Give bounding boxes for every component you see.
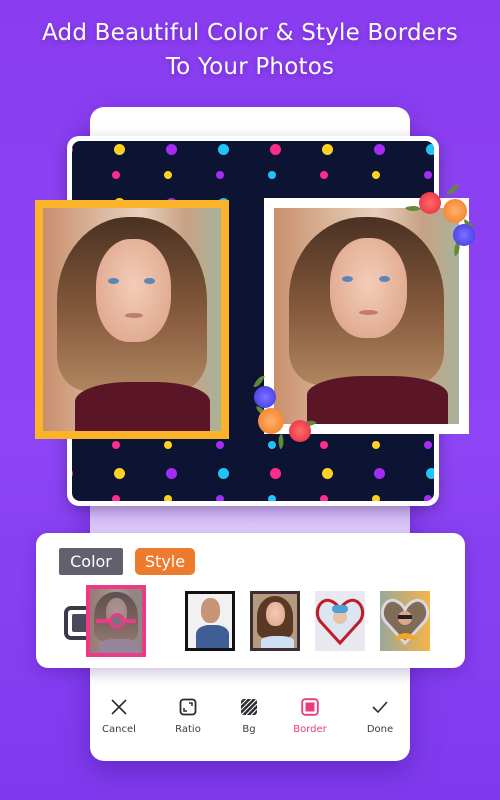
polka-dot [72,468,73,479]
headline-line-1: Add Beautiful Color & Style Borders [41,20,458,46]
polka-dot [424,171,432,179]
polka-dot [112,495,120,501]
polka-dot [114,468,125,479]
polka-dot [424,441,432,449]
polka-dot [374,468,385,479]
polka-dot [218,468,229,479]
border-style-red-heart[interactable] [315,591,365,651]
polka-dot [372,171,380,179]
ratio-label: Ratio [175,724,201,735]
tab-color[interactable]: Color [59,548,123,575]
check-icon [372,701,388,714]
photo-left[interactable] [35,200,229,439]
polka-dot [320,495,328,501]
done-button[interactable]: Done [348,698,412,735]
polka-dot [164,495,172,501]
polka-dot [164,171,172,179]
border-style-dark-frame[interactable] [250,591,300,651]
bottom-toolbar: Cancel Ratio Bg Border Done [90,690,410,750]
polka-dot [112,441,120,449]
headline-line-2: To Your Photos [165,54,335,80]
polka-dot [374,144,385,155]
polka-dot [424,495,432,501]
tab-style[interactable]: Style [135,548,195,575]
polka-dot [72,144,73,155]
ratio-icon [179,698,197,716]
slider-handle[interactable] [109,613,125,629]
photo-right[interactable] [264,198,469,434]
border-style-pink-ribbon[interactable] [86,585,146,657]
polka-dot [164,441,172,449]
polka-dot [372,441,380,449]
polka-dot [268,171,276,179]
border-label: Border [293,724,327,735]
border-style-silver-heart[interactable] [380,591,430,651]
border-style-panel: Color Style [36,533,465,668]
border-icon [301,698,319,716]
done-label: Done [366,724,394,735]
polka-dot [114,144,125,155]
thumbnail-image [188,594,232,648]
polka-dot [218,144,229,155]
polka-dot [268,495,276,501]
polka-dot [322,468,333,479]
background-pattern-icon [240,698,258,716]
polka-dot [320,171,328,179]
cancel-label: Cancel [102,724,136,735]
polka-dot [270,144,281,155]
border-style-black-film[interactable] [185,591,235,651]
polka-dot [216,171,224,179]
polka-dot [270,468,281,479]
close-icon [111,699,127,715]
polka-dot [320,441,328,449]
polka-dot [166,468,177,479]
bg-label: Bg [242,724,256,735]
bg-button[interactable]: Bg [217,698,281,735]
border-button[interactable]: Border [278,698,342,735]
promo-headline: Add Beautiful Color & Style Borders To Y… [0,16,500,84]
polka-dot [372,495,380,501]
cancel-button[interactable]: Cancel [87,698,151,735]
polka-dot [426,468,434,479]
ratio-button[interactable]: Ratio [156,698,220,735]
polka-dot [268,441,276,449]
portrait-image [43,208,221,431]
polka-dot [216,495,224,501]
polka-dot [112,171,120,179]
polka-dot [216,441,224,449]
thumbnail-image [253,594,297,648]
polka-dot [166,144,177,155]
heart-frame-icon [380,598,430,646]
portrait-image [274,208,459,424]
heart-frame-icon [315,598,365,646]
polka-dot [322,144,333,155]
polka-dot [426,144,434,155]
